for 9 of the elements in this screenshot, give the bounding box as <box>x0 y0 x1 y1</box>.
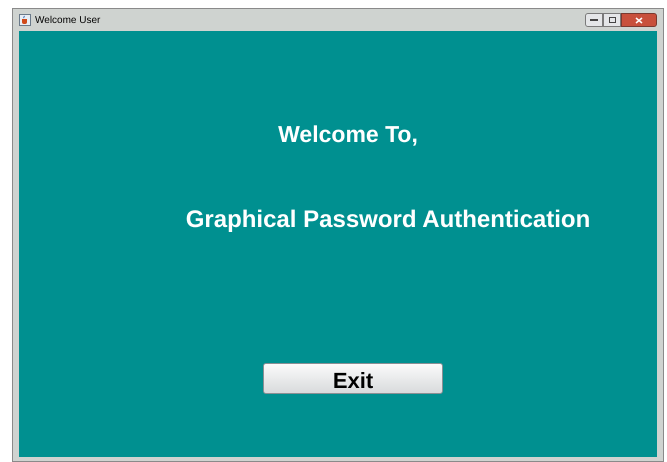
maximize-button[interactable] <box>603 13 621 27</box>
coffee-cup-icon <box>19 14 31 26</box>
window-title: Welcome User <box>35 14 100 28</box>
close-icon <box>635 16 643 24</box>
close-button[interactable] <box>621 13 657 27</box>
minimize-button[interactable] <box>585 13 603 27</box>
exit-button[interactable]: Exit <box>263 362 443 394</box>
subtitle: Graphical Password Authentication <box>186 204 590 234</box>
heading: Welcome To, <box>278 120 418 149</box>
